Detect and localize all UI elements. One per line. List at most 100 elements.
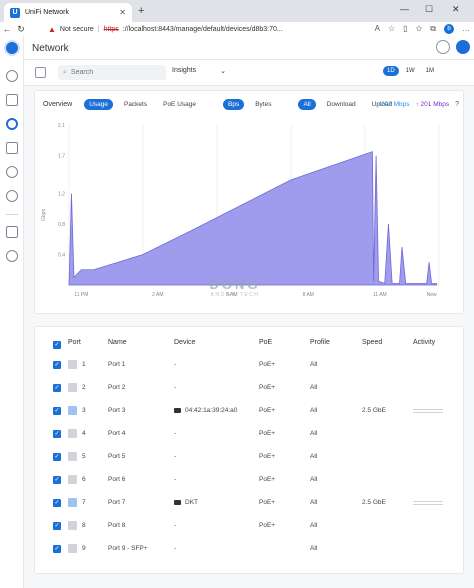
close-window-button[interactable]: ✕ xyxy=(452,4,460,15)
back-arrow-icon[interactable]: ← xyxy=(0,24,14,34)
port-profile: All xyxy=(310,453,318,460)
tab-bps[interactable]: Bps xyxy=(223,99,245,110)
col-name[interactable]: Name xyxy=(108,339,127,346)
port-number: 5 xyxy=(82,453,86,460)
topology-icon[interactable] xyxy=(6,94,18,106)
help-icon[interactable]: ? xyxy=(455,101,459,108)
col-activity[interactable]: Activity xyxy=(413,339,435,346)
port-device: DKT xyxy=(174,499,198,506)
port-device-label: - xyxy=(174,384,177,391)
minimize-button[interactable]: — xyxy=(400,4,409,14)
browser-tab[interactable]: U UniFi Network ✕ xyxy=(4,3,132,22)
search-input[interactable] xyxy=(70,69,161,76)
port-number: 9 xyxy=(82,545,86,552)
overview-title: Overview xyxy=(43,101,73,108)
port-speed: 2.5 GbE xyxy=(362,499,386,506)
port-status-icon xyxy=(68,452,77,461)
tab-usage[interactable]: Usage xyxy=(84,99,113,110)
device-image-icon[interactable] xyxy=(35,67,46,78)
port-device: - xyxy=(174,522,176,529)
view-select[interactable]: Insights ⌄ xyxy=(172,67,226,75)
port-status-icon xyxy=(68,383,77,392)
table-row[interactable]: ✓ 8 Port 8 - PoE+ All xyxy=(35,516,465,538)
row-checkbox[interactable]: ✓ xyxy=(53,384,61,392)
tab-poe-usage[interactable]: PoE Usage xyxy=(158,99,201,110)
select-all-checkbox[interactable]: ✓ xyxy=(53,341,61,349)
col-port[interactable]: Port xyxy=(68,339,81,346)
more-menu-icon[interactable]: … xyxy=(462,24,470,34)
col-speed[interactable]: Speed xyxy=(362,339,382,346)
collections-icon[interactable]: ⧉ xyxy=(430,24,436,34)
table-row[interactable]: ✓ 7 Port 7 DKT PoE+ All 2.5 GbE xyxy=(35,493,465,515)
url-field[interactable]: ▲ Not secure | https://localhost:8443/ma… xyxy=(48,25,283,34)
col-poe[interactable]: PoE xyxy=(259,339,272,346)
table-row[interactable]: ✓ 6 Port 6 - PoE+ All xyxy=(35,470,465,492)
port-device: - xyxy=(174,453,176,460)
new-tab-button[interactable]: + xyxy=(138,5,144,17)
unifi-logo-icon[interactable] xyxy=(4,40,20,56)
row-checkbox[interactable]: ✓ xyxy=(53,522,61,530)
port-name: Port 7 xyxy=(108,499,126,506)
port-name: Port 6 xyxy=(108,476,126,483)
port-name: Port 1 xyxy=(108,361,126,368)
port-profile: All xyxy=(310,545,318,552)
range-button-1w[interactable]: 1W xyxy=(402,66,419,76)
user-avatar[interactable] xyxy=(456,40,470,54)
refresh-icon[interactable]: ↻ xyxy=(14,24,28,35)
port-status-icon xyxy=(68,475,77,484)
settings-icon[interactable] xyxy=(436,40,450,54)
statistics-icon[interactable] xyxy=(6,166,18,178)
tab-download[interactable]: Download xyxy=(322,99,361,110)
settings-gear-icon[interactable] xyxy=(6,250,18,262)
port-device-label: - xyxy=(174,476,177,483)
dashboard-icon[interactable] xyxy=(6,70,18,82)
row-checkbox[interactable]: ✓ xyxy=(53,453,61,461)
read-aloud-icon[interactable]: A xyxy=(375,24,380,34)
search-box[interactable]: ⌕ xyxy=(58,65,166,80)
col-profile[interactable]: Profile xyxy=(310,339,330,346)
watermark-logo: DONG KNOWS TECH xyxy=(200,277,270,298)
tab-title: UniFi Network xyxy=(25,9,69,16)
row-checkbox[interactable]: ✓ xyxy=(53,476,61,484)
favorite-star-icon[interactable]: ☆ xyxy=(388,24,395,34)
port-device-label: 04:42:1a:39:24:a0 xyxy=(185,407,238,414)
y-tick-label: 1.7 xyxy=(58,153,65,159)
table-row[interactable]: ✓ 1 Port 1 - PoE+ All xyxy=(35,355,465,377)
tab-packets[interactable]: Packets xyxy=(119,99,152,110)
row-checkbox[interactable]: ✓ xyxy=(53,499,61,507)
maximize-button[interactable]: ☐ xyxy=(425,4,433,15)
favorites-icon[interactable]: ✩ xyxy=(416,24,423,34)
table-row[interactable]: ✓ 4 Port 4 - PoE+ All xyxy=(35,424,465,446)
tab-all[interactable]: All xyxy=(298,99,316,110)
view-select-value: Insights xyxy=(172,67,197,74)
port-device-label: - xyxy=(174,545,177,552)
range-button-1d[interactable]: 1D xyxy=(382,66,399,76)
port-profile: All xyxy=(310,384,318,391)
tab-bytes[interactable]: Bytes xyxy=(250,99,276,110)
protect-icon[interactable] xyxy=(6,190,18,202)
row-checkbox[interactable]: ✓ xyxy=(53,407,61,415)
table-row[interactable]: ✓ 2 Port 2 - PoE+ All xyxy=(35,378,465,400)
row-checkbox[interactable]: ✓ xyxy=(53,430,61,438)
clients-icon[interactable] xyxy=(6,142,18,154)
profile-avatar[interactable]: b xyxy=(444,24,454,34)
sidebar-divider xyxy=(6,214,18,215)
y-tick-label: 0.8 xyxy=(58,222,65,228)
range-button-1m[interactable]: 1M xyxy=(422,66,438,76)
x-tick-label: 2 AM xyxy=(152,292,163,298)
col-device[interactable]: Device xyxy=(174,339,195,346)
table-header: ✓ Port Name Device PoE Profile Speed Act… xyxy=(35,339,465,353)
tab-close-icon[interactable]: ✕ xyxy=(119,8,126,17)
port-status-icon xyxy=(68,498,77,507)
split-screen-icon[interactable]: ▯ xyxy=(403,24,407,34)
devices-icon[interactable] xyxy=(6,118,18,130)
not-secure-label: Not secure xyxy=(59,25,94,33)
logs-icon[interactable] xyxy=(6,226,18,238)
table-row[interactable]: ✓ 3 Port 3 04:42:1a:39:24:a0 PoE+ All 2.5 GbE xyxy=(35,401,465,423)
port-device-label: - xyxy=(174,522,177,529)
table-row[interactable]: ✓ 5 Port 5 - PoE+ All xyxy=(35,447,465,469)
device-icon xyxy=(174,407,181,413)
table-row[interactable]: ✓ 9 Port 9 - SFP+ - All xyxy=(35,539,465,561)
row-checkbox[interactable]: ✓ xyxy=(53,545,61,553)
row-checkbox[interactable]: ✓ xyxy=(53,361,61,369)
